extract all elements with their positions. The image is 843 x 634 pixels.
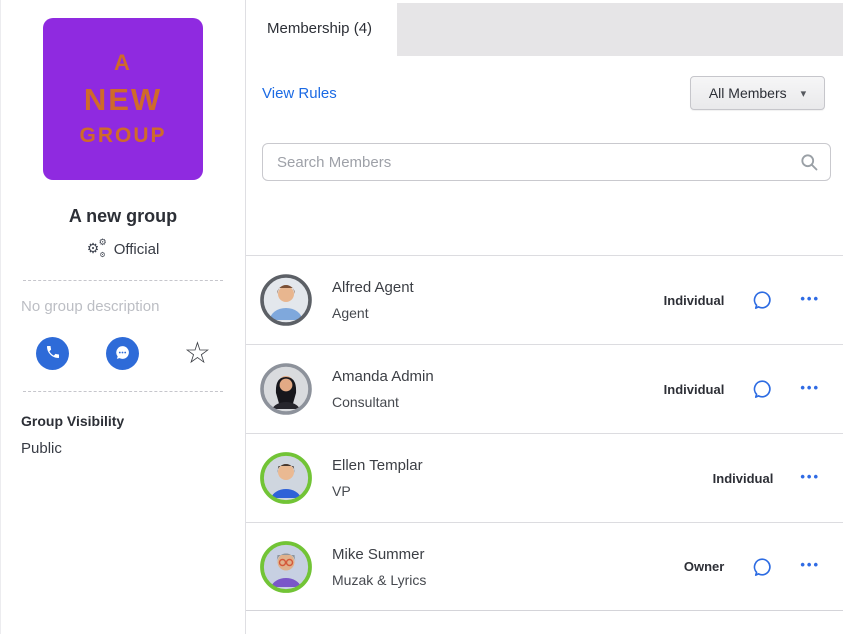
avatar: [260, 363, 312, 415]
avatar: [260, 274, 312, 326]
avatar: [260, 452, 312, 504]
star-icon: ☆: [184, 337, 211, 370]
chat-button[interactable]: [106, 337, 139, 370]
ellipsis-icon: •••: [800, 291, 820, 306]
chevron-down-icon: ▾: [801, 87, 807, 100]
member-row: Mike Summer Muzak & Lyrics Owner •••: [246, 522, 843, 611]
member-title: Muzak & Lyrics: [332, 572, 684, 588]
member-menu-button[interactable]: •••: [800, 292, 820, 309]
avatar: [260, 541, 312, 593]
tab-membership-label: Membership (4): [267, 20, 372, 37]
group-image-text: A: [114, 52, 132, 74]
group-sidebar: A NEW GROUP A new group ⚙ ⚙ ⚙ Official N…: [0, 0, 246, 634]
member-name: Mike Summer: [332, 546, 684, 563]
tab-membership[interactable]: Membership (4): [246, 0, 397, 56]
group-page: A NEW GROUP A new group ⚙ ⚙ ⚙ Official N…: [0, 0, 843, 634]
member-title: Consultant: [332, 394, 664, 410]
phone-icon: [45, 344, 61, 363]
chat-bubble-icon: [114, 344, 131, 364]
chat-member-button[interactable]: [751, 556, 773, 578]
official-badge-label: Official: [114, 241, 160, 258]
group-description-placeholder: No group description: [21, 298, 245, 315]
member-role-badge: Individual: [664, 382, 725, 397]
chat-member-button[interactable]: [751, 378, 773, 400]
group-image-text: NEW: [84, 84, 162, 115]
official-badge: ⚙ ⚙ ⚙ Official: [1, 240, 245, 258]
group-image-text: GROUP: [79, 125, 166, 146]
ellipsis-icon: •••: [800, 380, 820, 395]
tab-bar: Membership (4): [246, 0, 843, 56]
chat-member-button[interactable]: [751, 289, 773, 311]
member-row: Ellen Templar VP Individual •••: [246, 433, 843, 522]
member-name: Alfred Agent: [332, 279, 664, 296]
member-title: VP: [332, 483, 713, 499]
gears-icon: ⚙ ⚙ ⚙: [87, 240, 107, 258]
ellipsis-icon: •••: [800, 469, 820, 484]
group-actions: ☆: [36, 337, 245, 370]
group-name: A new group: [1, 206, 245, 227]
group-visibility-label: Group Visibility: [21, 413, 245, 429]
member-menu-button[interactable]: •••: [800, 381, 820, 398]
member-role-badge: Individual: [713, 471, 774, 486]
member-menu-button[interactable]: •••: [800, 470, 820, 487]
member-row: Amanda Admin Consultant Individual •••: [246, 344, 843, 433]
divider: [23, 280, 223, 281]
favorite-button[interactable]: ☆: [184, 339, 211, 369]
divider: [23, 391, 223, 392]
group-visibility-value: Public: [21, 440, 245, 457]
group-cover-image: A NEW GROUP: [43, 18, 203, 180]
member-name: Ellen Templar: [332, 457, 713, 474]
member-filter-selected: All Members: [709, 85, 787, 101]
member-row: Alfred Agent Agent Individual •••: [246, 255, 843, 344]
member-search: [262, 143, 831, 181]
search-members-input[interactable]: [262, 143, 831, 181]
search-icon[interactable]: [799, 152, 819, 177]
list-controls: View Rules All Members ▾: [262, 76, 825, 110]
membership-panel: Membership (4) View Rules All Members ▾: [246, 0, 843, 634]
member-role-badge: Individual: [664, 293, 725, 308]
member-title: Agent: [332, 305, 664, 321]
member-role-badge: Owner: [684, 559, 724, 574]
member-filter-dropdown[interactable]: All Members ▾: [690, 76, 825, 110]
member-name: Amanda Admin: [332, 368, 664, 385]
call-button[interactable]: [36, 337, 69, 370]
tab-bar-background: [397, 3, 843, 56]
member-list: Alfred Agent Agent Individual •••: [246, 255, 843, 611]
ellipsis-icon: •••: [800, 557, 820, 572]
member-menu-button[interactable]: •••: [800, 558, 820, 575]
view-rules-link[interactable]: View Rules: [262, 85, 337, 102]
